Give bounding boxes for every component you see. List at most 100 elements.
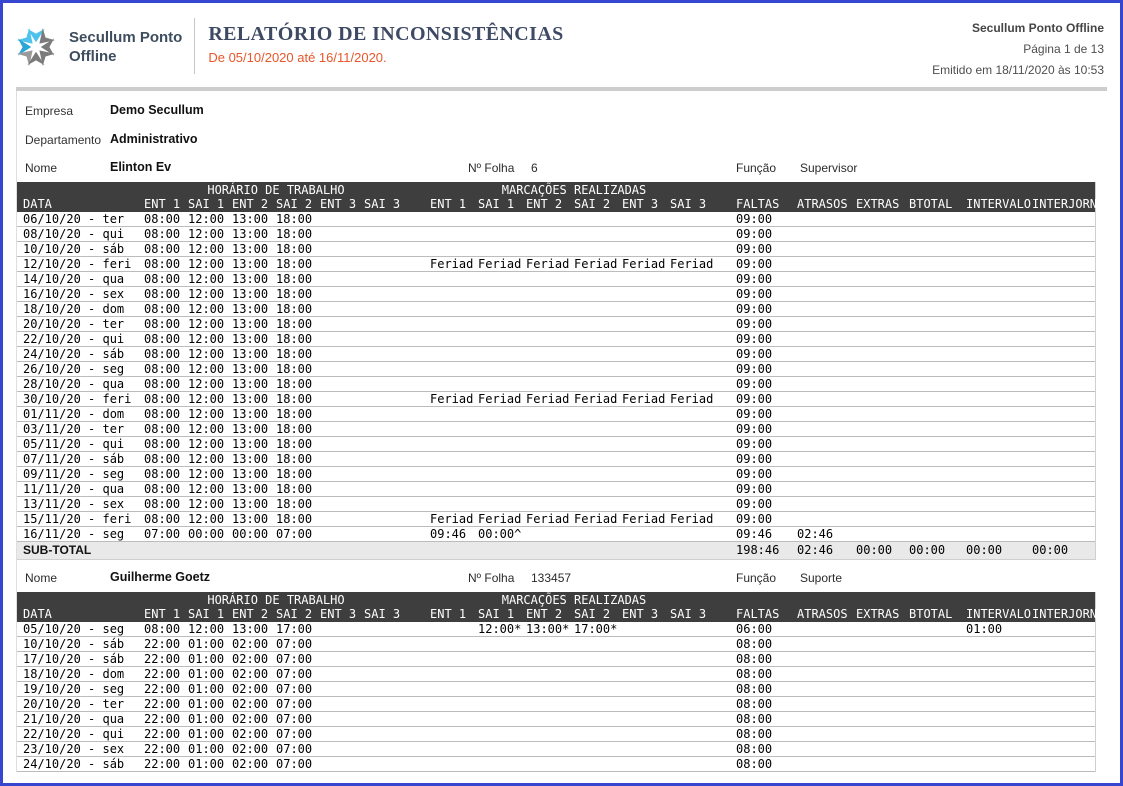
row-date: 08/10/20 - qui xyxy=(17,227,144,241)
schedule-cell xyxy=(364,497,408,511)
spacer xyxy=(408,622,430,636)
total-cell xyxy=(1028,727,1096,741)
total-cells: 09:00 xyxy=(732,302,1096,316)
total-cells: 09:00 xyxy=(732,437,1096,451)
row-date: 16/11/20 - seg xyxy=(17,527,144,541)
spacer xyxy=(718,712,732,726)
column-header: ENT 3 xyxy=(622,197,670,211)
total-cell xyxy=(962,377,1028,391)
report-header: Secullum Ponto Offline RELATÓRIO DE INCO… xyxy=(3,3,1120,87)
total-cell xyxy=(1028,302,1096,316)
spacer xyxy=(718,757,732,771)
schedule-cell: 18:00 xyxy=(276,362,320,376)
mark-cell xyxy=(430,332,478,346)
schedule-cell: 12:00 xyxy=(188,332,232,346)
mark-cell xyxy=(622,407,670,421)
total-cell xyxy=(852,622,905,636)
mark-cell xyxy=(574,437,622,451)
mark-cell: 12:00* xyxy=(478,622,526,636)
total-cell: 08:00 xyxy=(732,637,793,651)
column-header: ENT 3 xyxy=(320,607,364,621)
mark-cell xyxy=(670,377,718,391)
mark-cell xyxy=(478,727,526,741)
mark-cell: Feriad xyxy=(478,392,526,406)
table-row: 24/10/20 - sáb08:0012:0013:0018:0009:00 xyxy=(17,347,1095,362)
mark-cell xyxy=(670,332,718,346)
total-cell xyxy=(793,362,852,376)
total-cell xyxy=(793,452,852,466)
schedule-cell: 02:00 xyxy=(232,667,276,681)
table-row: 20/10/20 - ter08:0012:0013:0018:0009:00 xyxy=(17,317,1095,332)
schedule-cell: 13:00 xyxy=(232,302,276,316)
mark-cell: Feriad xyxy=(670,392,718,406)
schedule-cell: 18:00 xyxy=(276,437,320,451)
row-date: 05/11/20 - qui xyxy=(17,437,144,451)
schedule-cells: 22:0001:0002:0007:00 xyxy=(144,637,408,651)
column-header: ENT 2 xyxy=(232,197,276,211)
column-header: ENT 1 xyxy=(430,607,478,621)
total-cell xyxy=(1028,697,1096,711)
mark-cell xyxy=(526,697,574,711)
mark-cells xyxy=(430,272,718,286)
table-header-bar: HORÁRIO DE TRABALHO MARCAÇÕES REALIZADAS… xyxy=(17,182,1095,212)
total-cell xyxy=(905,257,962,271)
total-cell xyxy=(793,467,852,481)
total-cell xyxy=(962,407,1028,421)
total-cells: 09:00 xyxy=(732,257,1096,271)
schedule-cell: 07:00 xyxy=(276,712,320,726)
column-header: SAI 1 xyxy=(478,197,526,211)
total-cell: 09:00 xyxy=(732,452,793,466)
total-cell xyxy=(1028,347,1096,361)
table-row: 19/10/20 - seg22:0001:0002:0007:0008:00 xyxy=(17,682,1095,697)
schedule-cell xyxy=(320,212,364,226)
schedule-cell: 13:00 xyxy=(232,377,276,391)
schedule-cell xyxy=(364,317,408,331)
schedule-cell: 12:00 xyxy=(188,392,232,406)
total-cell xyxy=(793,257,852,271)
table-row: 07/11/20 - sáb08:0012:0013:0018:0009:00 xyxy=(17,452,1095,467)
company-label: Empresa xyxy=(25,104,73,118)
schedule-cell xyxy=(364,347,408,361)
mark-cells xyxy=(430,362,718,376)
total-cell xyxy=(905,467,962,481)
total-cells: 08:00 xyxy=(732,682,1096,696)
schedule-cell: 02:00 xyxy=(232,757,276,771)
spacer xyxy=(718,437,732,451)
total-cell xyxy=(793,212,852,226)
schedule-cell xyxy=(320,437,364,451)
column-header: SAI 3 xyxy=(670,197,718,211)
schedule-cell: 22:00 xyxy=(144,652,188,666)
schedule-cell xyxy=(364,652,408,666)
total-cell: 09:00 xyxy=(732,392,793,406)
row-date: 01/11/20 - dom xyxy=(17,407,144,421)
schedule-cell: 13:00 xyxy=(232,287,276,301)
total-cell: 09:00 xyxy=(732,377,793,391)
schedule-cell xyxy=(364,227,408,241)
schedule-cell xyxy=(320,227,364,241)
total-cells: 09:00 xyxy=(732,332,1096,346)
schedule-cell xyxy=(364,727,408,741)
mark-cells: FeriadFeriadFeriadFeriadFeriadFeriad xyxy=(430,512,718,526)
total-cell xyxy=(793,422,852,436)
mark-cell xyxy=(478,272,526,286)
total-cell xyxy=(905,757,962,771)
total-cell: 08:00 xyxy=(732,667,793,681)
marks-group-header: MARCAÇÕES REALIZADAS xyxy=(430,183,718,197)
spacer xyxy=(718,467,732,481)
row-date: 10/10/20 - sáb xyxy=(17,637,144,651)
mark-cell xyxy=(670,452,718,466)
row-date: 26/10/20 - seg xyxy=(17,362,144,376)
total-cell: 09:00 xyxy=(732,512,793,526)
table-row: 09/11/20 - seg08:0012:0013:0018:0009:00 xyxy=(17,467,1095,482)
mark-cell xyxy=(526,347,574,361)
mark-cell xyxy=(526,212,574,226)
schedule-cell: 13:00 xyxy=(232,422,276,436)
row-date: 18/10/20 - dom xyxy=(17,302,144,316)
mark-cells xyxy=(430,667,718,681)
column-header: INTERVALO xyxy=(962,197,1028,211)
mark-cells xyxy=(430,347,718,361)
schedule-cell: 02:00 xyxy=(232,727,276,741)
spacer xyxy=(718,287,732,301)
subtotal-value: 00:00 xyxy=(905,542,962,559)
total-cell xyxy=(852,757,905,771)
